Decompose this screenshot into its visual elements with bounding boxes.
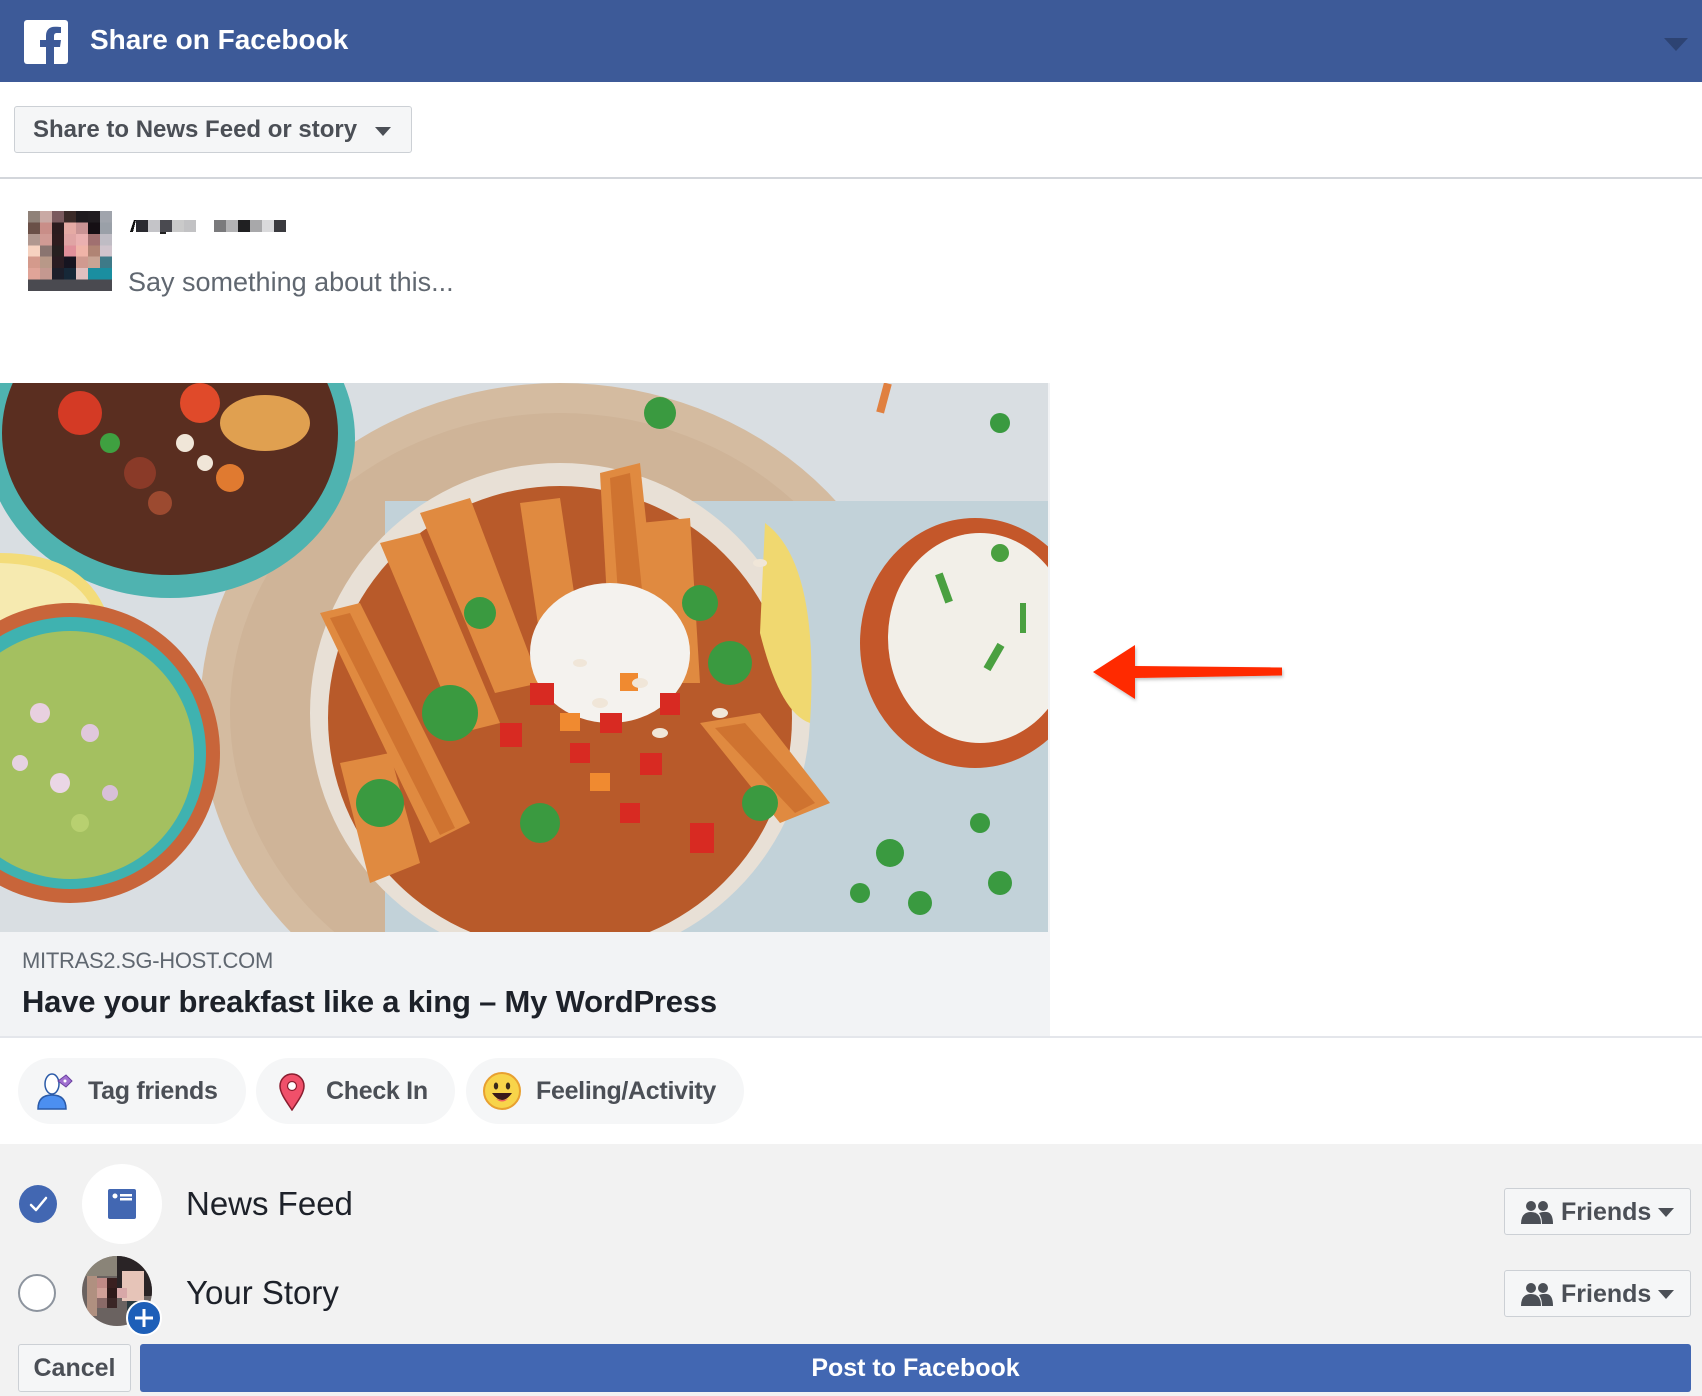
post-label: Post to Facebook xyxy=(811,1354,1020,1382)
divider xyxy=(0,177,1702,179)
checkmark-icon xyxy=(29,1196,48,1212)
user-avatar xyxy=(28,211,112,291)
link-title[interactable]: Have your breakfast like a king – My Wor… xyxy=(22,984,717,1020)
friends-icon xyxy=(1521,1282,1553,1306)
link-preview-image[interactable] xyxy=(0,383,1048,932)
share-destination-label: Share to News Feed or story xyxy=(33,116,358,143)
your-story-audience-dropdown[interactable]: Friends xyxy=(1504,1270,1691,1317)
audience-label: Friends xyxy=(1561,1280,1652,1308)
location-pin-icon xyxy=(272,1071,312,1112)
tag-friends-label: Tag friends xyxy=(88,1077,218,1105)
user-name-pixelated xyxy=(130,218,290,234)
divider xyxy=(0,1036,1702,1038)
caret-down-icon xyxy=(375,127,391,136)
news-feed-icon xyxy=(82,1164,162,1244)
link-domain: MITRAS2.SG-HOST.COM xyxy=(22,948,273,973)
cancel-button[interactable]: Cancel xyxy=(18,1344,131,1392)
caret-down-icon xyxy=(1658,1290,1674,1299)
news-feed-label: News Feed xyxy=(186,1185,353,1222)
post-to-facebook-button[interactable]: Post to Facebook xyxy=(140,1344,1691,1392)
your-story-label: Your Story xyxy=(186,1274,339,1311)
share-destination-dropdown[interactable]: Share to News Feed or story xyxy=(14,106,412,153)
check-in-button[interactable]: Check In xyxy=(256,1058,455,1124)
smiley-face-icon xyxy=(482,1071,522,1111)
news-feed-checkbox[interactable] xyxy=(19,1185,57,1223)
post-message-input[interactable] xyxy=(128,262,1028,302)
dialog-header: Share on Facebook xyxy=(0,0,1702,82)
caret-down-icon xyxy=(1658,1208,1674,1217)
news-feed-audience-dropdown[interactable]: Friends xyxy=(1504,1188,1691,1235)
check-in-label: Check In xyxy=(326,1077,428,1105)
dialog-title: Share on Facebook xyxy=(90,24,349,55)
tag-friends-button[interactable]: Tag friends xyxy=(18,1058,246,1124)
chevron-down-icon[interactable] xyxy=(1664,38,1688,51)
annotation-arrow-icon xyxy=(1085,638,1295,708)
cancel-label: Cancel xyxy=(33,1354,116,1382)
feeling-activity-button[interactable]: Feeling/Activity xyxy=(466,1058,744,1124)
feeling-activity-label: Feeling/Activity xyxy=(536,1077,716,1105)
friends-icon xyxy=(1521,1200,1553,1224)
your-story-checkbox[interactable] xyxy=(18,1274,56,1312)
add-story-plus-icon xyxy=(126,1300,162,1336)
audience-label: Friends xyxy=(1561,1198,1652,1226)
facebook-logo-icon xyxy=(24,20,68,64)
tag-friends-icon xyxy=(34,1071,74,1111)
